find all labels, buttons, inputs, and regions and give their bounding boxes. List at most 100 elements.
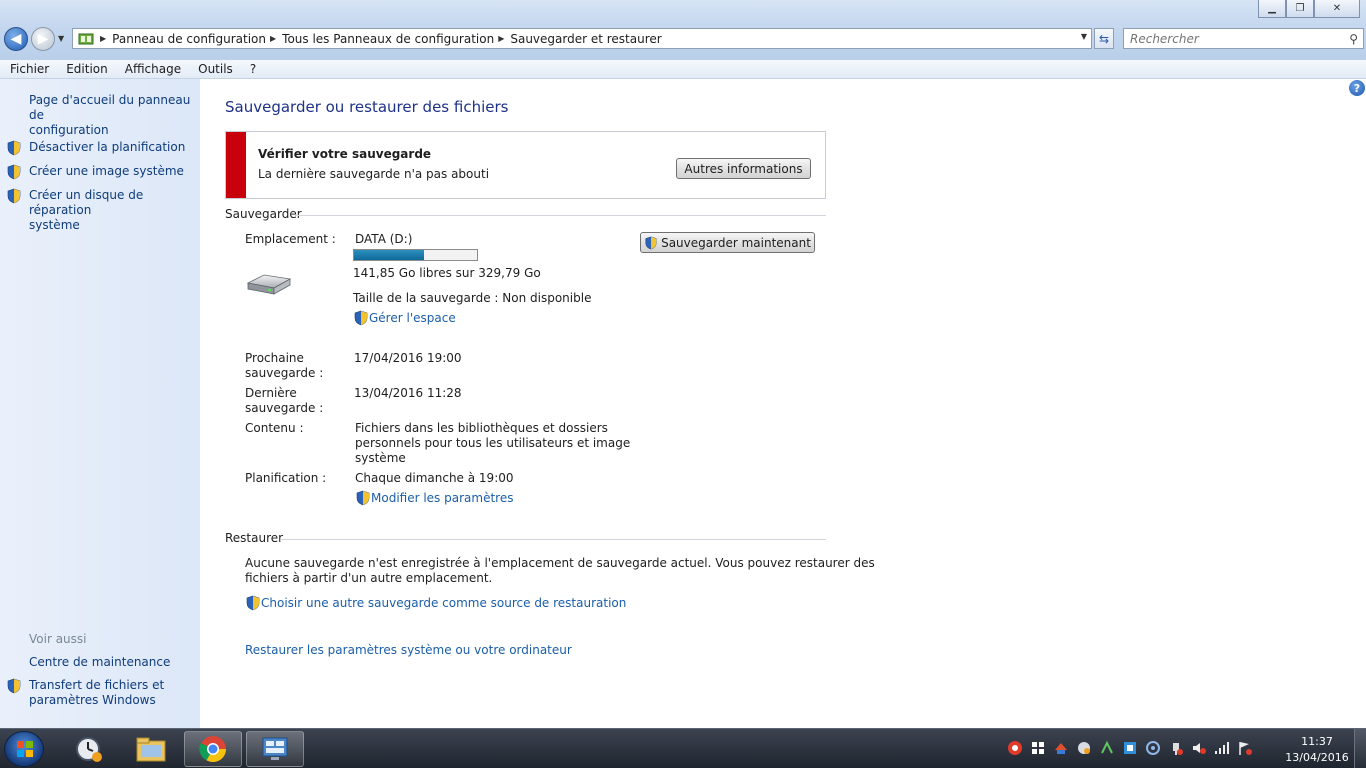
- link-line: Créer une image système: [29, 164, 184, 178]
- action-center-link[interactable]: Centre de maintenance: [29, 655, 170, 670]
- maintenance-icon[interactable]: [1075, 739, 1092, 756]
- window-title-bar: ▁ ❐ ✕ ◀ ▶ ▼ ▶ Panneau de configuration ▶…: [0, 0, 1366, 60]
- change-settings-link[interactable]: Modifier les paramètres: [371, 491, 513, 506]
- breadcrumb-control-panel[interactable]: Panneau de configuration: [112, 32, 266, 46]
- menu-view[interactable]: Affichage: [115, 62, 188, 76]
- folder-icon: [136, 737, 166, 762]
- manage-space-link[interactable]: Gérer l'espace: [369, 311, 456, 326]
- search-input[interactable]: [1124, 31, 1334, 46]
- hard-drive-icon: [246, 274, 292, 295]
- notification-area: [1006, 739, 1253, 756]
- taskbar-explorer-app[interactable]: [122, 731, 180, 767]
- label-line: Dernière: [245, 386, 297, 400]
- refresh-icon: ⇆: [1098, 31, 1110, 46]
- uac-shield-icon: [354, 310, 368, 326]
- network-signal-icon[interactable]: [1213, 739, 1230, 756]
- uac-shield-icon: [356, 490, 370, 506]
- taskbar-clock-app[interactable]: [60, 731, 118, 767]
- location-label: Emplacement :: [245, 232, 336, 246]
- breadcrumb-backup-restore[interactable]: Sauvegarder et restaurer: [510, 32, 661, 46]
- label-line: sauvegarde :: [245, 366, 324, 380]
- search-box[interactable]: ⚲: [1123, 28, 1364, 49]
- create-system-image-link[interactable]: Créer une image système: [29, 164, 184, 179]
- disk-usage-bar: [353, 249, 478, 261]
- taskbar-chrome-app[interactable]: [184, 731, 242, 767]
- control-panel-icon: [76, 31, 96, 47]
- address-bar[interactable]: ▶ Panneau de configuration ▶ Tous les Pa…: [72, 28, 1092, 49]
- back-button[interactable]: ◀: [4, 27, 28, 51]
- menu-edit[interactable]: Edition: [56, 62, 115, 76]
- restore-section-heading: Restaurer: [225, 531, 284, 545]
- menu-file[interactable]: Fichier: [0, 62, 56, 76]
- power-plug-icon[interactable]: [1167, 739, 1184, 756]
- maximize-button[interactable]: ❐: [1286, 0, 1314, 18]
- warning-color-bar: [226, 132, 246, 198]
- antivirus-icon[interactable]: [1006, 739, 1023, 756]
- link-line: système: [29, 218, 80, 232]
- value-line: Fichiers dans les bibliothèques et dossi…: [355, 421, 608, 435]
- backup-warning-panel: Vérifier votre sauvegarde La dernière sa…: [225, 131, 826, 199]
- app-tray-icon[interactable]: [1098, 739, 1115, 756]
- show-desktop-button[interactable]: [1354, 729, 1366, 768]
- windows-easy-transfer-link[interactable]: Transfert de fichiers et paramètres Wind…: [29, 678, 164, 708]
- breadcrumb-separator-icon[interactable]: ▶: [498, 34, 504, 43]
- section-divider: [280, 539, 826, 540]
- start-button[interactable]: [4, 731, 44, 767]
- text-line: Aucune sauvegarde n'est enregistrée à l'…: [245, 556, 875, 570]
- label-line: Prochaine: [245, 351, 304, 365]
- breadcrumb-separator-icon[interactable]: ▶: [100, 34, 106, 43]
- forward-button[interactable]: ▶: [31, 27, 55, 51]
- uac-shield-icon: [645, 236, 657, 249]
- sync-icon[interactable]: [1052, 739, 1069, 756]
- warning-text: La dernière sauvegarde n'a pas abouti: [258, 167, 490, 181]
- value-line: personnels pour tous les utilisateurs et…: [355, 436, 631, 450]
- disable-schedule-link[interactable]: Désactiver la planification: [29, 140, 185, 155]
- minimize-button[interactable]: ▁: [1258, 0, 1286, 18]
- link-line: Créer un disque de réparation: [29, 188, 144, 217]
- chevron-down-icon: ▼: [58, 34, 65, 43]
- restore-system-settings-link[interactable]: Restaurer les paramètres système ou votr…: [245, 643, 572, 658]
- link-line: configuration: [29, 123, 109, 137]
- taskbar-clock[interactable]: 11:37 13/04/2016: [1284, 734, 1350, 766]
- create-repair-disc-link[interactable]: Créer un disque de réparation système: [29, 188, 200, 233]
- menu-help[interactable]: ?: [240, 62, 263, 76]
- menu-bar: Fichier Edition Affichage Outils ?: [0, 60, 1366, 79]
- link-line: paramètres Windows: [29, 693, 156, 707]
- choose-other-backup-link[interactable]: Choisir une autre sauvegarde comme sourc…: [261, 596, 626, 611]
- backup-size-text: Taille de la sauvegarde : Non disponible: [353, 291, 592, 305]
- uac-shield-icon: [7, 164, 21, 180]
- uac-shield-icon: [7, 678, 21, 694]
- refresh-button[interactable]: ⇆: [1094, 28, 1114, 49]
- arrow-right-icon: ▶: [37, 31, 49, 47]
- volume-muted-icon[interactable]: [1190, 739, 1207, 756]
- help-icon[interactable]: ?: [1349, 80, 1365, 96]
- close-button[interactable]: ✕: [1314, 0, 1360, 18]
- recent-pages-dropdown[interactable]: ▼: [58, 34, 64, 43]
- taskbar: 11:37 13/04/2016: [0, 728, 1366, 768]
- disk-usage-fill: [354, 250, 425, 260]
- action-center-flag-icon[interactable]: [1236, 739, 1253, 756]
- link-line: Centre de maintenance: [29, 655, 171, 669]
- next-backup-value: 17/04/2016 19:00: [354, 351, 462, 365]
- media-icon[interactable]: [1144, 739, 1161, 756]
- address-dropdown-icon[interactable]: ▼: [1081, 32, 1087, 41]
- see-also-heading: Voir aussi: [29, 632, 87, 646]
- breadcrumb-separator-icon[interactable]: ▶: [270, 34, 276, 43]
- windows-flag-icon[interactable]: [1029, 739, 1046, 756]
- breadcrumb-all-control-panels[interactable]: Tous les Panneaux de configuration: [282, 32, 494, 46]
- schedule-label: Planification :: [245, 471, 327, 485]
- control-panel-home-link[interactable]: Page d'accueil du panneau de configurati…: [29, 93, 200, 138]
- backup-now-label: Sauvegarder maintenant: [661, 235, 811, 250]
- warning-title: Vérifier votre sauvegarde: [258, 147, 432, 161]
- taskbar-control-panel-app[interactable]: [246, 731, 304, 767]
- control-panel-icon: [262, 737, 288, 760]
- last-backup-value: 13/04/2016 11:28: [354, 386, 462, 400]
- link-line: Page d'accueil du panneau de: [29, 93, 191, 122]
- search-icon[interactable]: ⚲: [1349, 32, 1358, 46]
- menu-tools[interactable]: Outils: [188, 62, 240, 76]
- network-share-icon[interactable]: [1121, 739, 1138, 756]
- value-line: système: [355, 451, 406, 465]
- backup-now-button[interactable]: Sauvegarder maintenant: [640, 232, 815, 253]
- more-information-button[interactable]: Autres informations: [676, 158, 811, 179]
- arrow-left-icon: ◀: [10, 31, 22, 47]
